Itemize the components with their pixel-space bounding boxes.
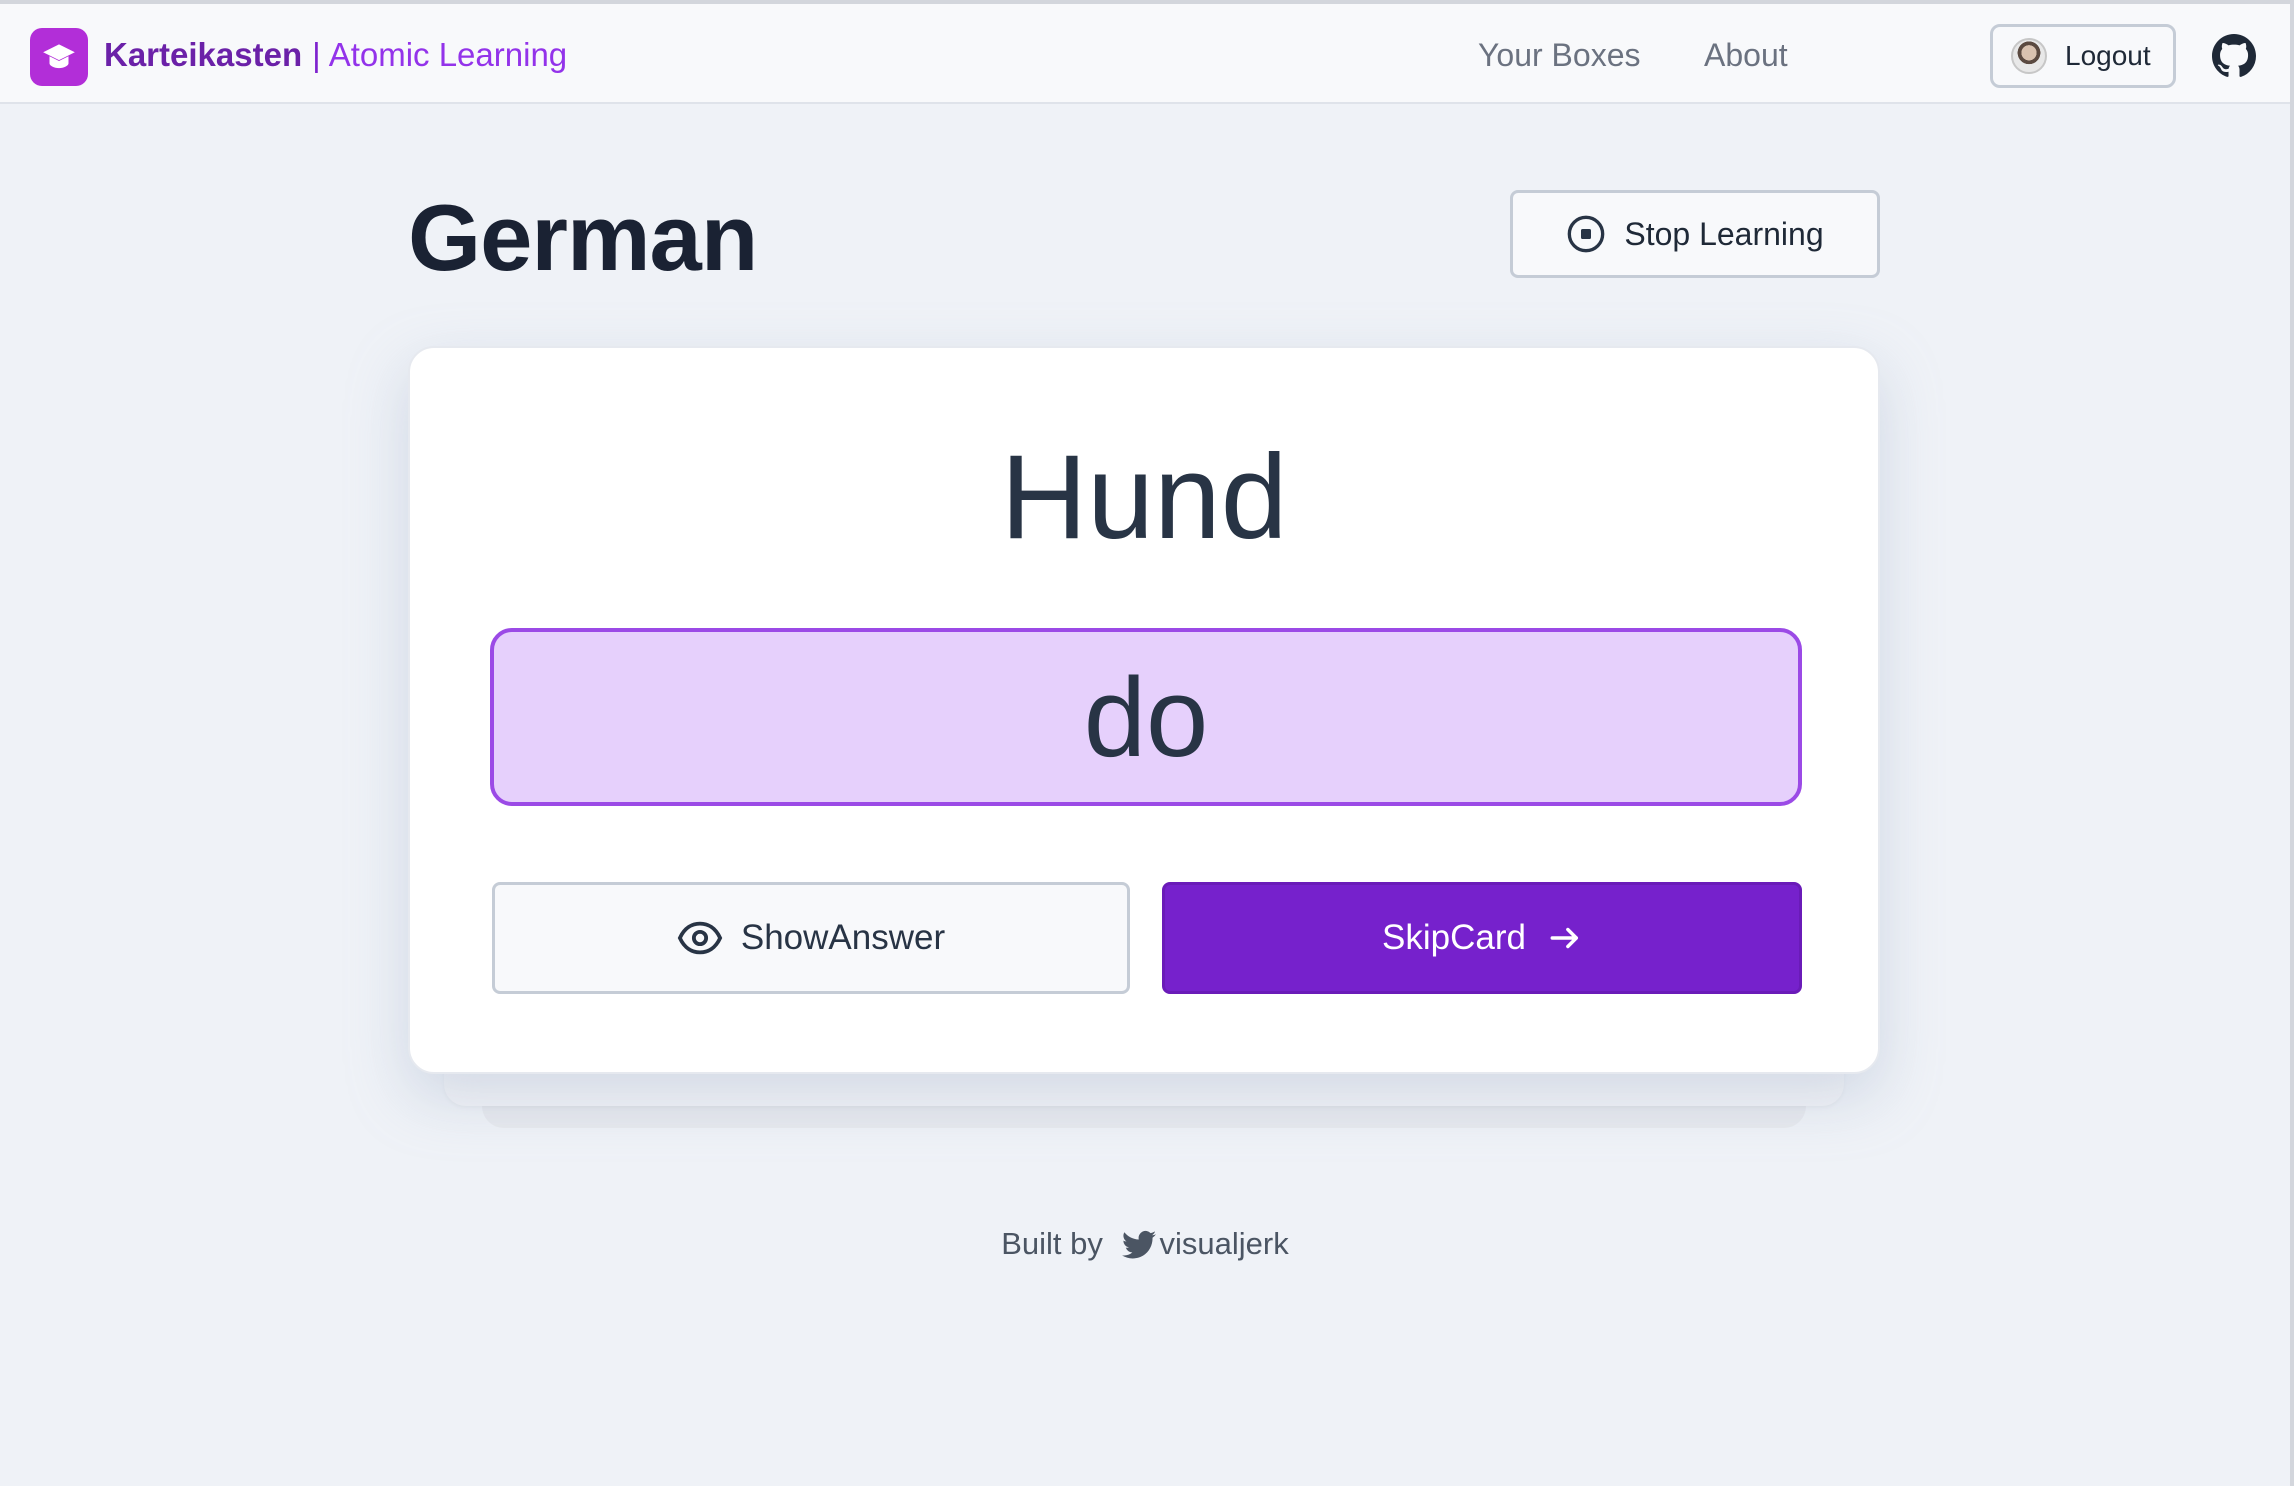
nav-your-boxes[interactable]: Your Boxes <box>1478 37 1640 74</box>
footer-author-link[interactable]: visualjerk <box>1160 1226 1289 1261</box>
page-title: German <box>408 185 758 290</box>
avatar <box>2011 38 2047 74</box>
footer: Built by visualjerk <box>0 1226 2290 1268</box>
brand-separator: | <box>312 36 321 73</box>
arrow-right-icon <box>1550 927 1579 949</box>
footer-built-by: Built by <box>1001 1226 1103 1261</box>
top-navbar: Karteikasten | Atomic Learning Your Boxes … <box>0 4 2290 104</box>
brand-subtitle: Atomic Learning <box>328 36 568 73</box>
card-word: Hund <box>1000 430 1288 564</box>
stop-learning-label: Stop Learning <box>1624 215 1824 252</box>
nav-about[interactable]: About <box>1704 37 1788 74</box>
logout-button[interactable]: Logout <box>1990 24 2176 88</box>
brand-name: Karteikasten <box>104 36 303 73</box>
show-answer-label: ShowAnswer <box>740 918 946 957</box>
app-window: Karteikasten | Atomic Learning Your Boxes … <box>0 0 2294 1486</box>
github-icon[interactable] <box>2212 34 2256 78</box>
stop-learning-button[interactable]: Stop Learning <box>1510 190 1880 278</box>
logout-label: Logout <box>2065 40 2151 71</box>
show-answer-button[interactable]: ShowAnswer <box>492 882 1130 994</box>
skip-card-label: SkipCard <box>1382 918 1526 957</box>
twitter-icon[interactable] <box>1121 1230 1156 1268</box>
answer-input[interactable] <box>490 628 1802 806</box>
flash-card: Hund ShowAnswer SkipCard <box>408 346 1880 1074</box>
skip-card-button[interactable]: SkipCard <box>1162 882 1802 994</box>
brand-link[interactable]: Karteikasten | Atomic Learning <box>104 36 567 74</box>
graduation-cap-icon[interactable] <box>30 28 88 86</box>
eye-icon <box>677 921 723 955</box>
stop-circle-icon <box>1568 215 1605 253</box>
